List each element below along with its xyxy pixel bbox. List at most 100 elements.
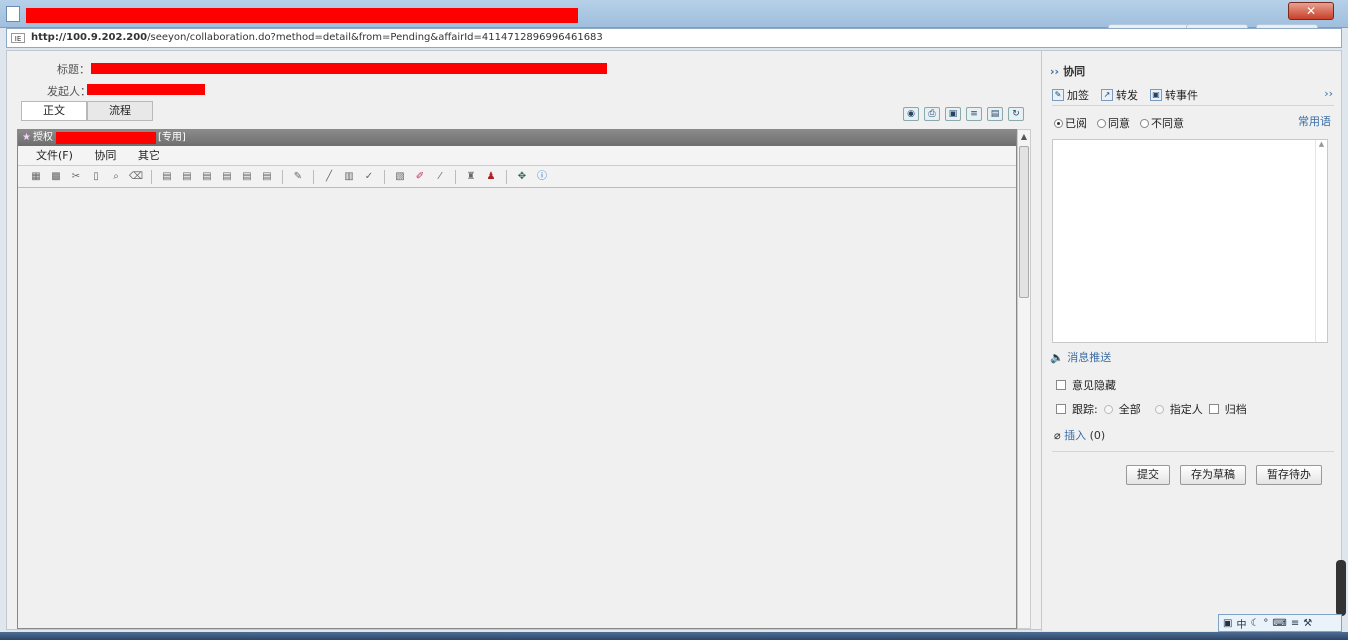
brush-icon[interactable]: ⁄	[432, 170, 448, 184]
to-event-button[interactable]: ▣ 转事件	[1150, 87, 1198, 103]
menu-collaboration[interactable]: 协同	[94, 149, 116, 162]
punctuation-icon[interactable]: °	[1263, 618, 1268, 629]
view-tabs: 正文 流程	[21, 101, 153, 121]
print-icon[interactable]: ⎙	[924, 107, 940, 121]
properties-icon[interactable]: ▤	[987, 107, 1003, 121]
add-signer-icon: ✎	[1052, 89, 1064, 101]
document-scrollbar[interactable]: ▲	[1017, 129, 1031, 629]
info-icon[interactable]: ⓘ	[534, 170, 550, 184]
message-push-link[interactable]: 🔈 消息推送	[1050, 349, 1111, 365]
event-icon: ▣	[1150, 89, 1162, 101]
document-toolbar: ▦ ▩ ✂ ▯ ⌕ ⌫ ▤ ▤ ▤ ▤ ▤ ▤ ✎ ╱ ▥ ✓ ▧ ✐ ⁄ ♜ …	[18, 166, 1016, 188]
radio-read[interactable]: 已阅	[1054, 115, 1087, 131]
hide-opinion-checkbox[interactable]	[1056, 380, 1066, 390]
erase-icon[interactable]: ⌫	[128, 170, 144, 184]
sender-label: 发起人：	[47, 85, 91, 98]
insert-count: (0)	[1089, 429, 1106, 442]
document-body[interactable]	[18, 190, 1016, 628]
track-all-radio[interactable]	[1103, 404, 1113, 414]
track-specified-radio[interactable]	[1154, 404, 1164, 414]
insert-link[interactable]: 插入	[1064, 429, 1086, 442]
document-header: ★ 授权 [专用]	[18, 130, 1016, 146]
document-name-redacted	[56, 132, 156, 144]
navigate-icon[interactable]: ✥	[514, 170, 530, 184]
sender-value-redacted	[87, 84, 205, 95]
submit-button[interactable]: 提交	[1126, 465, 1170, 485]
document-action-icons: ◉ ⎙ ▣ ≡ ▤ ↻	[903, 107, 1024, 121]
keyboard-icon[interactable]: ⌨	[1272, 618, 1286, 629]
track-label: 跟踪:	[1072, 403, 1098, 416]
track-specified-label: 指定人	[1169, 403, 1203, 416]
tab-workflow[interactable]: 流程	[87, 101, 153, 121]
moon-icon[interactable]: ☾	[1250, 618, 1259, 629]
refresh-icon[interactable]: ↻	[1008, 107, 1024, 121]
document-tag: [专用]	[158, 132, 186, 143]
window-title-redacted	[26, 8, 578, 23]
menu-icon[interactable]: ≡	[1291, 618, 1299, 629]
seal-icon[interactable]: ♜	[463, 170, 479, 184]
track-checkbox[interactable]	[1056, 404, 1066, 414]
add-signer-button[interactable]: ✎ 加签	[1052, 87, 1089, 103]
doc-icon-6[interactable]: ▤	[259, 170, 275, 184]
draft-icon[interactable]: ▧	[392, 170, 408, 184]
forward-button[interactable]: ↗ 转发	[1101, 87, 1138, 103]
doc-icon-3[interactable]: ▤	[199, 170, 215, 184]
track-all-label: 全部	[1118, 403, 1141, 416]
panel-actions: ✎ 加签 ↗ 转发 ▣ 转事件	[1052, 87, 1198, 103]
stamp-icon[interactable]: ▥	[341, 170, 357, 184]
document-icon	[6, 6, 20, 22]
edit-icon[interactable]: ✎	[290, 170, 306, 184]
scroll-thumb[interactable]	[1019, 146, 1029, 298]
ime-toolbar[interactable]: ▣ 中 ☾ ° ⌨ ≡ ⚒	[1218, 614, 1342, 632]
doc-icon-2[interactable]: ▤	[179, 170, 195, 184]
line-icon[interactable]: ╱	[321, 170, 337, 184]
opinion-textarea[interactable]: ▲	[1052, 139, 1328, 343]
find-icon[interactable]: ⌕	[108, 170, 124, 184]
submit-buttons: 提交 存为草稿 暂存待办	[1126, 465, 1322, 485]
ime-mode[interactable]: 中	[1236, 616, 1246, 631]
taskbar	[0, 632, 1348, 640]
attachment-list-icon[interactable]: ≡	[966, 107, 982, 121]
ie-page-icon: IE	[11, 33, 25, 43]
user-seal-icon[interactable]: ♟	[483, 170, 499, 184]
collaboration-panel: ›› 协同 ›› ✎ 加签 ↗ 转发 ▣ 转事件 已阅 同意 不同意 常用语 ▲ 🔈 消…	[1041, 51, 1341, 631]
scroll-up-icon[interactable]: ▲	[1018, 130, 1030, 144]
address-url[interactable]: http://100.9.202.200/seeyon/collaboratio…	[31, 32, 603, 43]
preview-icon[interactable]: ◉	[903, 107, 919, 121]
archive-label: 归档	[1224, 403, 1247, 416]
save-pending-button[interactable]: 暂存待办	[1256, 465, 1322, 485]
signature-icon[interactable]: ✓	[361, 170, 377, 184]
paste-icon[interactable]: ▩	[48, 170, 64, 184]
doc-icon-1[interactable]: ▤	[159, 170, 175, 184]
save-icon[interactable]: ▣	[945, 107, 961, 121]
menu-other[interactable]: 其它	[138, 149, 160, 162]
tab-body[interactable]: 正文	[21, 101, 87, 121]
copy-icon[interactable]: ▦	[28, 170, 44, 184]
expand-panel-icon[interactable]: ››	[1324, 87, 1333, 100]
wrench-icon[interactable]: ⚒	[1303, 618, 1312, 629]
document-panel: ★ 授权 [专用] 文件(F) 协同 其它 ▦ ▩ ✂ ▯ ⌕ ⌫ ▤ ▤ ▤ ▤…	[17, 129, 1017, 629]
speaker-icon: 🔈	[1050, 351, 1064, 364]
menu-file[interactable]: 文件(F)	[36, 149, 73, 162]
window-edge	[1336, 560, 1346, 616]
doc-icon-4[interactable]: ▤	[219, 170, 235, 184]
save-draft-button[interactable]: 存为草稿	[1180, 465, 1246, 485]
track-row: 跟踪: 全部 指定人 归档	[1056, 401, 1247, 417]
title-value-redacted	[91, 63, 607, 74]
common-phrase-link[interactable]: 常用语	[1298, 113, 1331, 129]
page-setup-icon[interactable]: ▯	[88, 170, 104, 184]
forward-icon: ↗	[1101, 89, 1113, 101]
hide-opinion-row: 意见隐藏	[1056, 377, 1116, 393]
doc-icon-5[interactable]: ▤	[239, 170, 255, 184]
cut-icon[interactable]: ✂	[68, 170, 84, 184]
radio-agree[interactable]: 同意	[1097, 115, 1130, 131]
opinion-radios: 已阅 同意 不同意	[1054, 115, 1184, 131]
radio-disagree[interactable]: 不同意	[1140, 115, 1184, 131]
address-bar[interactable]: IE http://100.9.202.200/seeyon/collabora…	[6, 28, 1342, 48]
document-menu: 文件(F) 协同 其它	[18, 146, 1016, 166]
star-icon: ★	[22, 132, 31, 143]
archive-checkbox[interactable]	[1208, 404, 1219, 414]
opinion-scrollbar[interactable]: ▲	[1315, 140, 1327, 342]
close-button[interactable]: ✕	[1288, 2, 1334, 20]
pen-icon[interactable]: ✐	[412, 170, 428, 184]
